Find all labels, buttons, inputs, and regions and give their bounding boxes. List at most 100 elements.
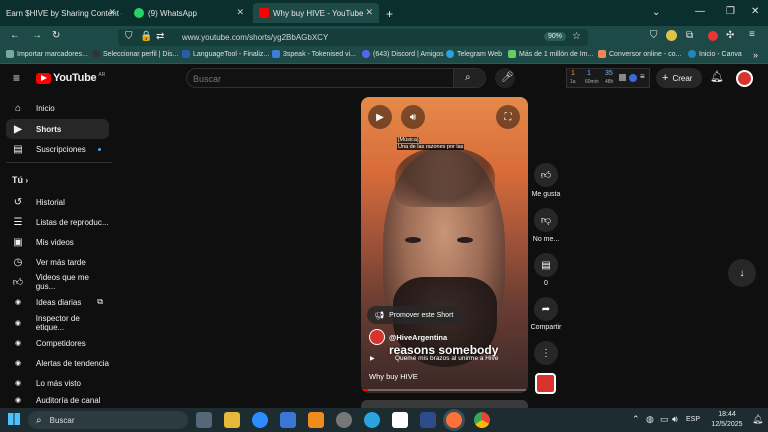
short-title[interactable]: Why buy HIVE [369,372,418,381]
notifications-bell-icon[interactable]: 🔔︎ [710,72,724,83]
reload-icon[interactable]: ↻ [52,31,60,41]
bookmark-item[interactable]: (643) Discord | Amigos [362,50,444,58]
extensions-icon[interactable]: ⧉ [686,31,693,41]
create-button[interactable]: + Crear [656,68,702,88]
permissions-icon[interactable]: ⇄ [156,32,164,42]
language-indicator[interactable]: ESP [686,416,700,423]
extension-red-icon[interactable] [708,31,718,41]
close-tab-icon[interactable]: ✕ [365,7,373,18]
menu-icon[interactable]: ≡ [749,30,755,40]
share-button[interactable]: ➦ [534,297,558,321]
bookmark-item[interactable]: Más de 1 millón de Im... [508,50,593,58]
new-tab-icon[interactable]: + [386,8,393,20]
search-input[interactable] [193,72,453,86]
sidebar-item-shorts[interactable]: ▶ Shorts [6,119,109,139]
dislike-button[interactable]: 👎︎ [534,208,558,232]
taskbar-search[interactable]: ⌕ Buscar [28,411,188,429]
pocket-icon[interactable]: ⛉ [650,31,658,41]
zoom-app-icon[interactable] [252,412,268,428]
close-window-icon[interactable]: ✕ [751,7,759,17]
voice-search-button[interactable]: 🎤︎ [495,68,515,88]
you-section-header[interactable]: Tú › [12,175,28,185]
bookmark-item[interactable]: LanguageTool - Finaliz... [182,50,269,58]
close-tab-icon[interactable]: ✕ [236,7,244,18]
sidebar-item-suscripciones[interactable]: ▤ Suscripciones [6,139,109,159]
show-hidden-icons-icon[interactable]: ⌃ [632,415,640,424]
firefox-icon[interactable] [446,412,462,428]
clock-time[interactable]: 18:44 [712,411,742,418]
comments-button[interactable]: ▤ [534,253,558,277]
sidebar-item-listas[interactable]: ☰ Listas de reproduc... [6,212,109,232]
channel-thumbnail[interactable] [535,373,556,394]
task-view-icon[interactable] [196,412,212,428]
forward-icon[interactable]: → [32,31,42,41]
file-explorer-icon[interactable] [224,412,240,428]
sidebar-item-ideas[interactable]: ◉ Ideas diarias ⧉ [6,292,109,312]
address-bar[interactable]: ⛉ 🔒 ⇄ www.youtube.com/shorts/yg2BbAGbXCY… [118,29,588,46]
sidebar-item-auditoria[interactable]: ◉ Auditoría de canal [6,393,109,407]
sidebar-item-alertas[interactable]: ◉ Alertas de tendencia [6,353,109,373]
more-bookmarks-icon[interactable]: » [753,51,758,60]
sidebar-item-inspector[interactable]: ◉ Inspector de etique... [6,313,109,333]
battery-icon[interactable]: ▭ [660,415,669,424]
next-short-button[interactable]: ↓ [728,259,756,287]
more-options-button[interactable]: ⋮ [534,341,558,365]
tab-youtube[interactable]: Why buy HIVE - YouTube ✕ [253,3,379,23]
next-short-preview[interactable] [361,400,528,408]
sidebar-item-inicio[interactable]: ⌂ Inicio [6,98,109,118]
bookmark-item[interactable]: 3speak - Tokenised vi... [272,50,356,58]
chrome-icon[interactable] [474,412,490,428]
search-box[interactable]: ⌕ [186,68,486,88]
volume-tray-icon[interactable]: 🔊︎ [672,415,678,424]
puzzle-icon[interactable]: ✣ [726,31,734,41]
shield-icon[interactable]: ⛉ [125,32,133,42]
sidebar-item-competidores[interactable]: ◉ Competidores [6,333,109,353]
bookmark-item[interactable]: Telegram Web [446,50,502,58]
bookmark-star-icon[interactable]: ☆ [572,32,581,42]
maximize-icon[interactable]: ❐ [726,7,735,17]
hamburger-menu-icon[interactable]: ≡ [13,72,20,84]
fullscreen-button[interactable]: ⛶ [496,105,520,129]
stats-widget[interactable]: 1 1a 1 60min 35 48h ≡ [566,68,650,88]
clock-date[interactable]: 12/5/2025 [706,421,748,428]
sidebar-item-mis-videos[interactable]: ▣ Mis videos [6,232,109,252]
app-icon[interactable] [420,412,436,428]
tab-whatsapp[interactable]: (9) WhatsApp ✕ [128,3,250,23]
bookmark-item[interactable]: Importar marcadores... [6,50,88,58]
youtube-logo[interactable]: YouTube AR [36,72,105,84]
tab-earn-hive[interactable]: Earn $HIVE by Sharing Content - G... ✕ [0,3,122,23]
sidebar-item-ver-mas-tarde[interactable]: ◷ Ver más tarde [6,252,109,272]
telegram-icon[interactable] [364,412,380,428]
channel-avatar[interactable] [369,329,385,345]
windows-start-icon[interactable] [8,413,20,425]
volume-button[interactable]: 🔊︎ [401,105,425,129]
progress-track[interactable] [361,389,528,391]
back-icon[interactable]: ← [10,31,20,41]
promote-short-button[interactable]: 📢︎ Promover este Short [367,306,463,324]
capcut-icon[interactable] [392,412,408,428]
sidebar-item-liked[interactable]: 👍︎ Videos que me gus... [6,272,109,292]
play-button[interactable]: ▶ [368,105,392,129]
tab-list-icon[interactable]: ⌄ [652,8,660,18]
obs-icon[interactable] [336,412,352,428]
bookmark-item[interactable]: Inicio - Canva [688,50,742,58]
url-text[interactable]: www.youtube.com/shorts/yg2BbAGbXCY [182,33,328,42]
profile-avatar[interactable] [666,30,677,41]
like-button[interactable]: 👍︎ [534,163,558,187]
lock-icon[interactable]: 🔒 [140,32,152,42]
bookmark-item[interactable]: Conversor online - co... [598,50,681,58]
minimize-icon[interactable]: — [695,7,705,17]
sound-tray-icon[interactable]: ◍ [646,415,654,424]
close-tab-icon[interactable]: ✕ [108,7,116,18]
vlc-icon[interactable] [308,412,324,428]
sidebar-item-historial[interactable]: ↺ Historial [6,192,109,212]
notifications-tray-icon[interactable]: 🔔︎ [752,415,763,424]
short-video-player[interactable]: ▶ 🔊︎ ⛶ [Música] Una de las razones por l… [361,97,528,393]
user-avatar[interactable] [736,70,753,87]
channel-handle[interactable]: @HiveArgentina [389,333,447,342]
search-button[interactable]: ⌕ [453,69,485,87]
zoom-level[interactable]: 90% [544,32,567,41]
bookmark-item[interactable]: Seleccionar perfil | Dis... [92,50,178,58]
store-icon[interactable] [280,412,296,428]
sidebar-item-lo-mas-visto[interactable]: ◉ Lo más visto [6,373,109,393]
